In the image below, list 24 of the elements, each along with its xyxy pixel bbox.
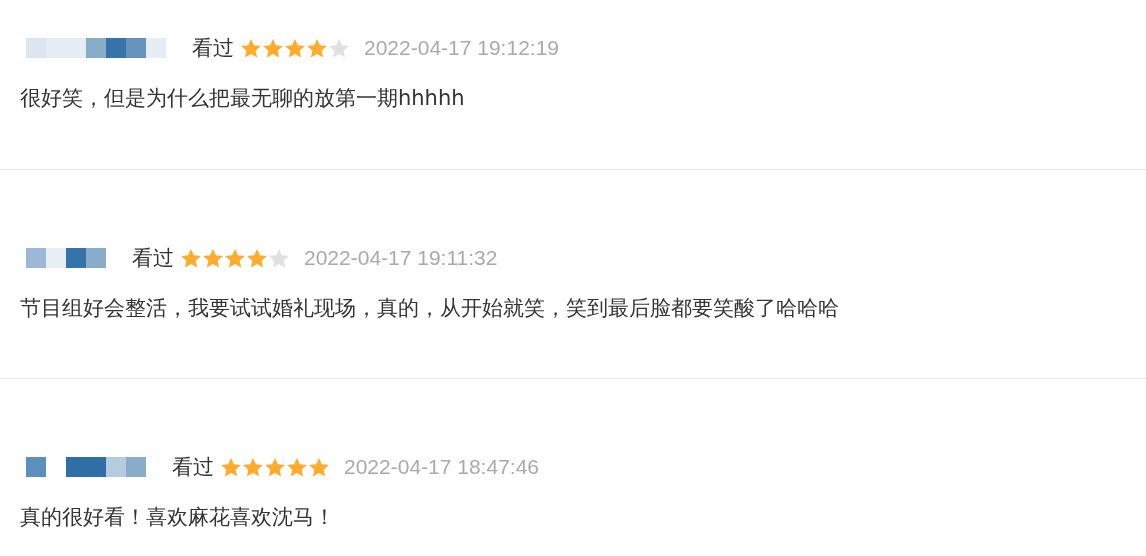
star-icon (220, 456, 242, 478)
comment-time: 2022-04-17 18:47:46 (344, 455, 539, 479)
star-icon (306, 37, 328, 59)
watch-status: 看过 (192, 35, 234, 62)
comment-text: 节目组好会整活，我要试试婚礼现场，真的，从开始就笑，笑到最后脸都要笑酸了哈哈哈 (20, 295, 840, 322)
star-icon (246, 247, 268, 269)
star-icon (240, 37, 262, 59)
watch-status: 看过 (132, 245, 174, 272)
star-icon (308, 456, 330, 478)
comment-time: 2022-04-17 19:12:19 (364, 36, 559, 60)
star-icon (264, 456, 286, 478)
star-icon (180, 247, 202, 269)
comment-text: 很好笑，但是为什么把最无聊的放第一期hhhhh (20, 85, 466, 112)
star-icon (328, 37, 350, 59)
star-icon (262, 37, 284, 59)
star-icon (224, 247, 246, 269)
watch-status: 看过 (172, 454, 214, 481)
comment-time: 2022-04-17 19:11:32 (304, 246, 498, 270)
comment-text: 真的很好看！喜欢麻花喜欢沈马！ (20, 504, 336, 531)
star-icon (202, 247, 224, 269)
star-icon (242, 456, 264, 478)
star-icon (286, 456, 308, 478)
star-icon (268, 247, 290, 269)
star-icon (284, 37, 306, 59)
